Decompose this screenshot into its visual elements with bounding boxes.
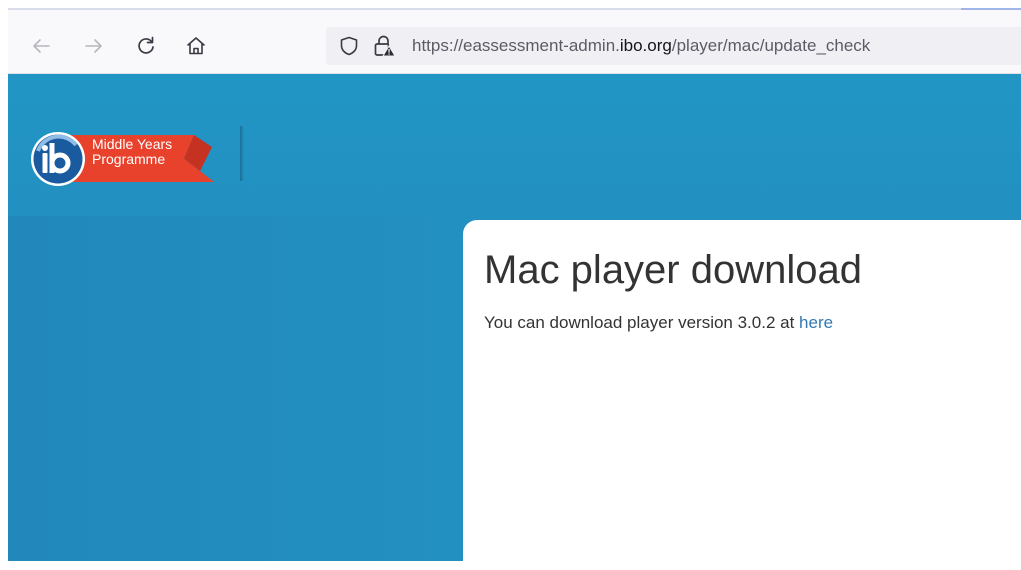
address-bar[interactable]: https://eassessment-admin.ibo.org/player… <box>326 27 1021 65</box>
page-title: Mac player download <box>484 248 862 292</box>
shield-icon[interactable] <box>338 35 360 57</box>
logo-line-1: Middle Years <box>92 136 173 152</box>
window-frame-top <box>0 0 1021 8</box>
arrow-left-icon <box>33 39 50 53</box>
arrow-right-icon <box>85 39 102 53</box>
lock-warning-icon[interactable] <box>372 34 396 58</box>
content-card: Mac player download You can download pla… <box>463 220 1021 570</box>
ib-seal-icon <box>31 132 85 186</box>
home-button[interactable] <box>182 32 210 60</box>
url-domain: ibo.org <box>619 36 672 55</box>
page-content: Middle Years Programme Mac player downlo… <box>8 74 1021 570</box>
url-prefix: https://eassessment-admin. <box>412 36 620 55</box>
toolbar-top-border <box>8 8 1021 10</box>
forward-button[interactable] <box>80 32 108 60</box>
home-icon <box>187 37 205 55</box>
download-link[interactable]: here <box>799 313 833 332</box>
url-text[interactable]: https://eassessment-admin.ibo.org/player… <box>412 27 870 65</box>
back-button[interactable] <box>27 32 55 60</box>
reload-icon <box>138 36 154 54</box>
logo-line-2: Programme <box>92 151 166 167</box>
window-frame-left <box>0 0 8 561</box>
url-path: /player/mac/update_check <box>671 36 871 55</box>
download-message: You can download player version 3.0.2 at… <box>484 313 833 333</box>
reload-button[interactable] <box>132 32 160 60</box>
toolbar-top-accent <box>961 8 1021 10</box>
download-message-text: You can download player version 3.0.2 at <box>484 313 800 332</box>
browser-toolbar: https://eassessment-admin.ibo.org/player… <box>8 8 1021 74</box>
ib-myp-logo[interactable]: Middle Years Programme <box>30 131 220 191</box>
header-divider <box>240 126 244 181</box>
logo-text: Middle Years Programme <box>92 137 172 167</box>
